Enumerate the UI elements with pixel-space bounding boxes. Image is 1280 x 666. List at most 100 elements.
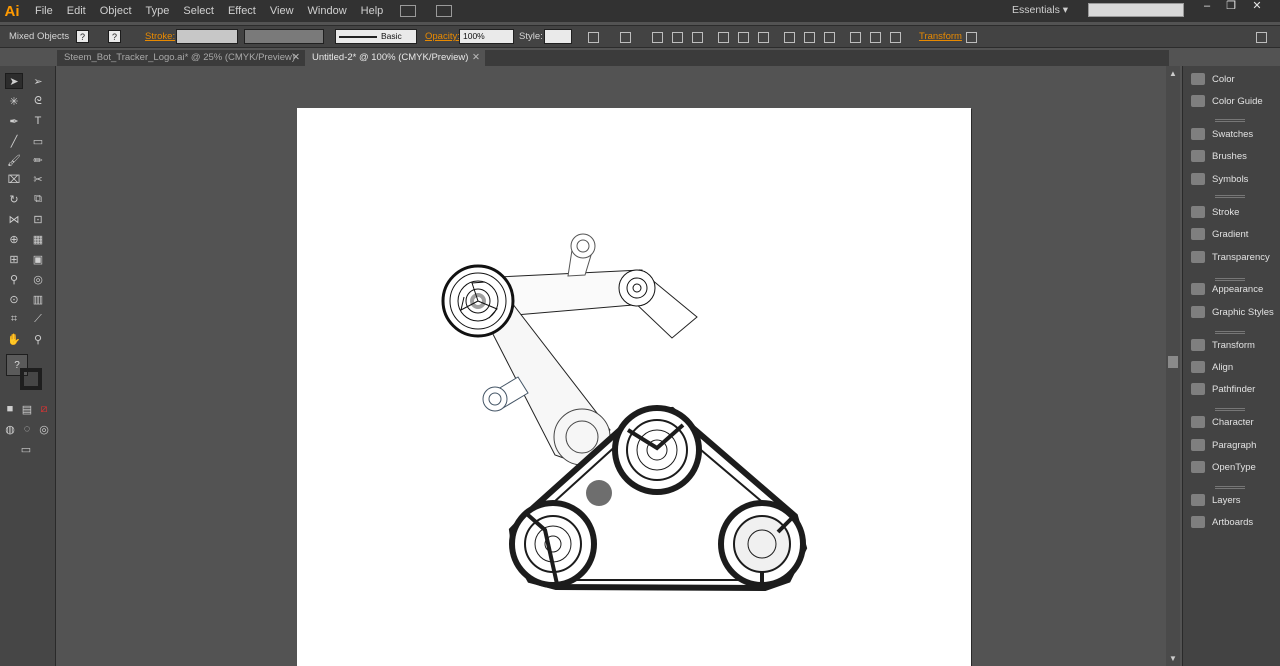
- robot-arm-artwork[interactable]: [297, 108, 971, 666]
- panel-group-grip[interactable]: [1215, 486, 1245, 489]
- panel-transform[interactable]: Transform: [1183, 334, 1280, 356]
- panel-group-grip[interactable]: [1215, 331, 1245, 334]
- recolor-artwork-icon[interactable]: [586, 30, 600, 44]
- gradient-mode-icon[interactable]: ▤: [20, 402, 34, 416]
- workspace-switcher[interactable]: Essentials ▾: [1012, 0, 1068, 20]
- opacity-field[interactable]: 100%: [459, 29, 514, 44]
- menu-select[interactable]: Select: [176, 0, 221, 22]
- eyedropper-tool-icon[interactable]: ⚲: [5, 271, 23, 287]
- direct-selection-tool-icon[interactable]: ➢: [29, 73, 47, 89]
- scroll-down-icon[interactable]: ▼: [1169, 654, 1177, 663]
- menu-object[interactable]: Object: [93, 0, 139, 22]
- rotate-tool-icon[interactable]: ↻: [5, 191, 23, 207]
- lasso-tool-icon[interactable]: ᘓ: [29, 93, 47, 109]
- zoom-tool-icon[interactable]: ⚲: [29, 331, 47, 347]
- close-tab-icon[interactable]: ✕: [472, 50, 480, 66]
- panel-group-grip[interactable]: [1215, 119, 1245, 122]
- rectangle-tool-icon[interactable]: ▭: [29, 133, 47, 149]
- align-middle-icon[interactable]: [736, 30, 750, 44]
- draw-behind-icon[interactable]: ◌: [20, 422, 34, 436]
- align-bottom-icon[interactable]: [756, 30, 770, 44]
- fill-stroke-swatches[interactable]: ?: [6, 354, 46, 396]
- panel-artboards[interactable]: Artboards: [1183, 511, 1280, 533]
- symbol-sprayer-tool-icon[interactable]: ⊙: [5, 291, 23, 307]
- draw-inside-icon[interactable]: ◎: [37, 422, 51, 436]
- pencil-tool-icon[interactable]: ✏: [29, 152, 47, 168]
- minimize-icon[interactable]: –: [1196, 0, 1218, 14]
- panel-appearance[interactable]: Appearance: [1183, 278, 1280, 300]
- align-left-icon[interactable]: [650, 30, 664, 44]
- mesh-tool-icon[interactable]: ⊞: [5, 251, 23, 267]
- panel-graphic-styles[interactable]: Graphic Styles: [1183, 301, 1280, 323]
- panel-group-grip[interactable]: [1215, 278, 1245, 281]
- menu-help[interactable]: Help: [354, 0, 391, 22]
- gradient-tool-icon[interactable]: ▣: [29, 251, 47, 267]
- scroll-up-icon[interactable]: ▲: [1169, 69, 1177, 78]
- distribute-right-icon[interactable]: [888, 30, 902, 44]
- menu-file[interactable]: File: [28, 0, 60, 22]
- panel-color-guide[interactable]: Color Guide: [1183, 90, 1280, 112]
- type-tool-icon[interactable]: T: [29, 113, 47, 129]
- stroke-swatch[interactable]: ?: [108, 30, 121, 43]
- perspective-grid-tool-icon[interactable]: ▦: [29, 231, 47, 247]
- distribute-bottom-icon[interactable]: [822, 30, 836, 44]
- screen-mode-icon[interactable]: ▭: [16, 442, 36, 456]
- column-graph-tool-icon[interactable]: ▥: [29, 291, 47, 307]
- panel-layers[interactable]: Layers: [1183, 489, 1280, 511]
- stroke-swatch-tool[interactable]: [20, 368, 42, 390]
- artboard-tool-icon[interactable]: ⌗: [5, 311, 23, 327]
- bridge-icon[interactable]: [400, 5, 417, 17]
- restore-icon[interactable]: ❐: [1220, 0, 1242, 14]
- blend-tool-icon[interactable]: ◎: [29, 271, 47, 287]
- artboard[interactable]: [297, 108, 971, 666]
- scroll-thumb[interactable]: [1168, 356, 1178, 368]
- search-input[interactable]: [1088, 3, 1184, 17]
- color-mode-icon[interactable]: ■: [3, 402, 17, 416]
- free-transform-tool-icon[interactable]: ⊡: [29, 211, 47, 227]
- distribute-top-icon[interactable]: [782, 30, 796, 44]
- panel-opentype[interactable]: OpenType: [1183, 456, 1280, 478]
- opacity-label[interactable]: Opacity:: [425, 31, 460, 42]
- align-to-icon[interactable]: [618, 30, 632, 44]
- fill-swatch[interactable]: ?: [76, 30, 89, 43]
- scissors-tool-icon[interactable]: ✂: [29, 171, 47, 187]
- hand-tool-icon[interactable]: ✋: [5, 331, 23, 347]
- panel-color[interactable]: Color: [1183, 68, 1280, 90]
- isolate-group-icon[interactable]: [964, 30, 978, 44]
- menu-edit[interactable]: Edit: [60, 0, 93, 22]
- line-tool-icon[interactable]: ╱: [5, 133, 23, 149]
- width-tool-icon[interactable]: ⋈: [5, 211, 23, 227]
- variable-width-dropdown[interactable]: [244, 29, 324, 44]
- vertical-scrollbar[interactable]: ▲ ▼: [1166, 66, 1180, 666]
- panel-align[interactable]: Align: [1183, 356, 1280, 378]
- stroke-label[interactable]: Stroke:: [145, 31, 175, 42]
- panel-pathfinder[interactable]: Pathfinder: [1183, 378, 1280, 400]
- panel-group-grip[interactable]: [1215, 408, 1245, 411]
- stroke-weight-field[interactable]: [176, 29, 238, 44]
- panel-gradient[interactable]: Gradient: [1183, 223, 1280, 245]
- panel-transparency[interactable]: Transparency: [1183, 246, 1280, 268]
- menu-window[interactable]: Window: [301, 0, 354, 22]
- graphic-style-dropdown[interactable]: [544, 29, 572, 44]
- align-right-icon[interactable]: [690, 30, 704, 44]
- panel-swatches[interactable]: Swatches: [1183, 123, 1280, 145]
- brush-definition-dropdown[interactable]: Basic: [335, 29, 417, 44]
- distribute-left-icon[interactable]: [848, 30, 862, 44]
- panel-stroke[interactable]: Stroke: [1183, 201, 1280, 223]
- paintbrush-tool-icon[interactable]: 🖌: [5, 152, 23, 168]
- distribute-center-icon[interactable]: [868, 30, 882, 44]
- panel-brushes[interactable]: Brushes: [1183, 145, 1280, 167]
- shape-builder-tool-icon[interactable]: ⊕: [5, 231, 23, 247]
- tab-untitled-2[interactable]: Untitled-2* @ 100% (CMYK/Preview) ✕: [305, 50, 485, 66]
- selection-tool-icon[interactable]: ➤: [5, 73, 23, 89]
- menu-type[interactable]: Type: [139, 0, 177, 22]
- arrange-documents-icon[interactable]: [436, 5, 453, 17]
- scale-tool-icon[interactable]: ⧉: [29, 191, 47, 207]
- panel-paragraph[interactable]: Paragraph: [1183, 434, 1280, 456]
- control-panel-menu-icon[interactable]: [1254, 30, 1268, 44]
- pen-tool-icon[interactable]: ✒: [5, 113, 23, 129]
- draw-normal-icon[interactable]: ◍: [3, 422, 17, 436]
- panel-group-grip[interactable]: [1215, 195, 1245, 198]
- close-icon[interactable]: ✕: [1246, 0, 1268, 14]
- blob-brush-tool-icon[interactable]: ⌧: [5, 171, 23, 187]
